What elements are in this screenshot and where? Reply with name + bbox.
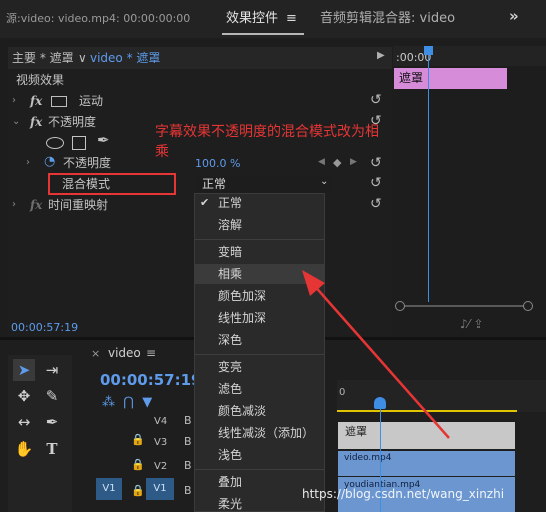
annotation-arrow	[302, 270, 450, 439]
watermark: https://blog.csdn.net/wang_xinzhi	[302, 487, 505, 501]
